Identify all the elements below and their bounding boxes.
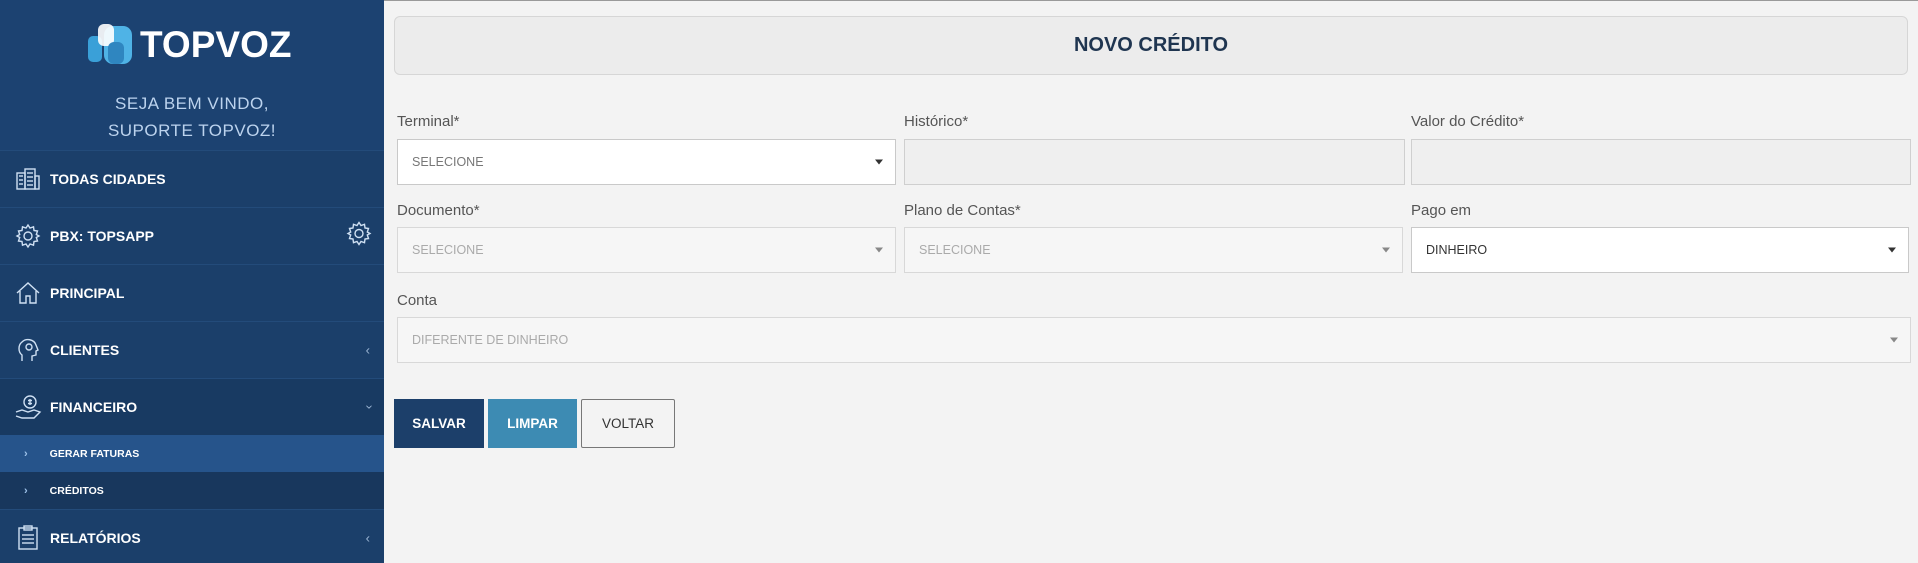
home-icon xyxy=(14,279,42,307)
conta-select[interactable]: DIFERENTE DE DINHEIRO xyxy=(397,317,1911,363)
top-divider xyxy=(384,0,1918,1)
historico-label: Histórico* xyxy=(904,113,969,130)
pago-em-select-value: DINHEIRO xyxy=(1426,243,1488,257)
sidebar-item-clientes[interactable]: CLIENTES ‹ xyxy=(0,321,384,378)
sidebar-item-principal[interactable]: PRINCIPAL xyxy=(0,264,384,321)
sidebar-item-financeiro[interactable]: FINANCEIRO ‹ xyxy=(0,378,384,435)
caret-down-icon xyxy=(1890,337,1898,343)
sidebar-subitem-creditos[interactable]: › CRÉDITOS xyxy=(0,472,384,509)
sidebar-subitem-gerar-faturas[interactable]: › GERAR FATURAS xyxy=(0,435,384,472)
caret-down-icon xyxy=(875,159,883,165)
page-title: NOVO CRÉDITO xyxy=(1073,34,1229,56)
back-button[interactable]: VOLTAR xyxy=(581,399,675,448)
chevron-right-icon: › xyxy=(24,447,28,460)
sidebar: TOPVOZ SEJA BEM VINDO, SUPORTE TOPVOZ! T… xyxy=(0,0,384,563)
sidebar-item-label: CLIENTES xyxy=(50,342,120,358)
valor-credito-label: Valor do Crédito* xyxy=(1411,113,1525,130)
sidebar-item-label: PBX: TOPSAPP xyxy=(50,228,154,244)
pago-em-select[interactable]: DINHEIRO xyxy=(1411,227,1909,273)
chevron-left-icon: ‹ xyxy=(365,530,370,546)
conta-label: Conta xyxy=(397,292,438,309)
user-head-icon xyxy=(14,336,42,364)
pago-em-label: Pago em xyxy=(1411,202,1472,219)
chevron-right-icon: › xyxy=(24,484,28,497)
documento-select[interactable]: SELECIONE xyxy=(397,227,896,273)
plano-contas-label: Plano de Contas* xyxy=(904,202,1021,219)
chevron-left-icon: ‹ xyxy=(365,342,370,358)
logo-mark-icon xyxy=(88,24,132,64)
valor-credito-input[interactable] xyxy=(1411,139,1911,185)
logo: TOPVOZ xyxy=(86,22,291,68)
documento-label: Documento* xyxy=(397,202,480,219)
historico-input[interactable] xyxy=(904,139,1405,185)
main-content: NOVO CRÉDITO Terminal* SELECIONE Históri… xyxy=(384,0,1918,563)
save-button[interactable]: SALVAR xyxy=(394,399,484,448)
money-hand-icon xyxy=(14,393,42,421)
sidebar-item-label: TODAS CIDADES xyxy=(50,171,166,187)
sidebar-item-todas-cidades[interactable]: TODAS CIDADES xyxy=(0,150,384,207)
pbx-settings-gear-icon[interactable] xyxy=(346,221,372,252)
sidebar-item-relatorios[interactable]: RELATÓRIOS ‹ xyxy=(0,509,384,563)
sidebar-item-label: PRINCIPAL xyxy=(50,285,125,301)
caret-down-icon xyxy=(875,247,883,253)
chevron-down-icon: ‹ xyxy=(360,404,376,410)
sidebar-item-label: FINANCEIRO xyxy=(50,399,138,415)
terminal-select[interactable]: SELECIONE xyxy=(397,139,896,185)
conta-select-value: DIFERENTE DE DINHEIRO xyxy=(412,333,569,347)
welcome-line-1: SEJA BEM VINDO, xyxy=(115,94,269,113)
sidebar-subitem-label: CRÉDITOS xyxy=(49,484,104,497)
documento-select-value: SELECIONE xyxy=(412,243,484,257)
sidebar-subitem-label: GERAR FATURAS xyxy=(49,447,140,460)
welcome-line-2: SUPORTE TOPVOZ! xyxy=(107,121,277,140)
sidebar-item-pbx[interactable]: PBX: TOPSAPP xyxy=(0,207,384,264)
page-title-box: NOVO CRÉDITO xyxy=(394,16,1908,75)
report-icon xyxy=(14,524,42,552)
sidebar-item-label: RELATÓRIOS xyxy=(50,530,141,546)
welcome-message: SEJA BEM VINDO, SUPORTE TOPVOZ! xyxy=(0,90,384,144)
gear-icon xyxy=(14,222,42,250)
terminal-select-value: SELECIONE xyxy=(412,155,484,169)
terminal-label: Terminal* xyxy=(397,113,460,130)
plano-contas-select-value: SELECIONE xyxy=(919,243,991,257)
caret-down-icon xyxy=(1888,247,1896,253)
clear-button[interactable]: LIMPAR xyxy=(488,399,577,448)
caret-down-icon xyxy=(1382,247,1390,253)
brand-header: TOPVOZ SEJA BEM VINDO, SUPORTE TOPVOZ! xyxy=(0,0,384,150)
building-icon xyxy=(14,165,42,193)
plano-contas-select[interactable]: SELECIONE xyxy=(904,227,1403,273)
logo-text: TOPVOZ xyxy=(140,24,292,65)
